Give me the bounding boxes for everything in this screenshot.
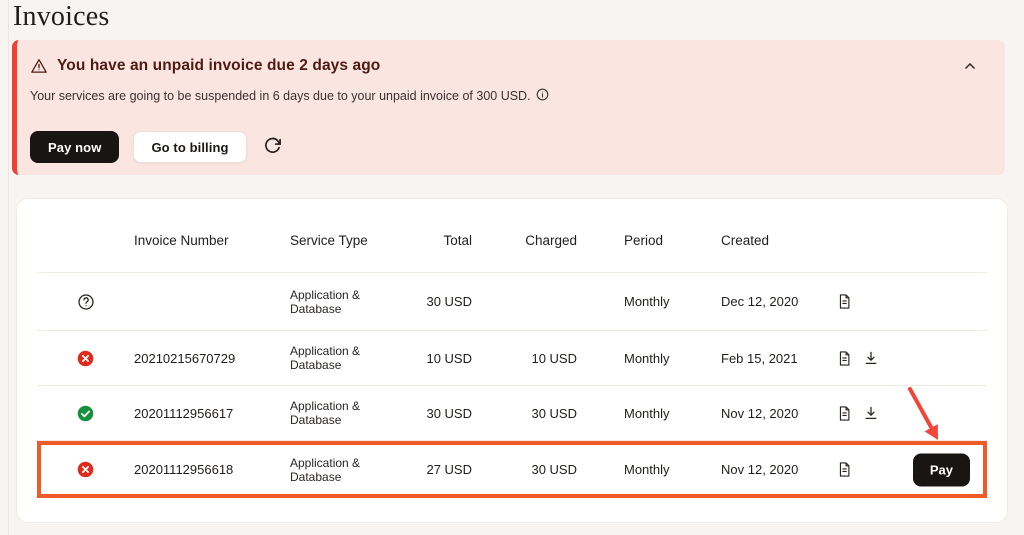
total-cell: 27 USD: [414, 462, 472, 477]
charged-cell: 30 USD: [472, 406, 577, 421]
period-cell: Monthly: [577, 462, 714, 477]
col-period: Period: [577, 233, 714, 248]
alert-title: You have an unpaid invoice due 2 days ag…: [57, 57, 380, 75]
info-circle-icon: [536, 88, 549, 104]
table-body: Application & Database30 USDMonthlyDec 1…: [37, 272, 987, 498]
status-failed-icon: [77, 461, 94, 478]
period-cell: Monthly: [577, 351, 714, 366]
warning-triangle-icon: [30, 57, 48, 75]
created-cell: Nov 12, 2020: [714, 462, 829, 477]
col-total: Total: [414, 233, 472, 248]
col-created: Created: [714, 233, 829, 248]
invoices-table-card: Invoice NumberService TypeTotalChargedPe…: [16, 198, 1008, 523]
created-cell: Feb 15, 2021: [714, 351, 829, 366]
row-pay-button[interactable]: Pay: [913, 453, 970, 486]
actions-cell: [829, 350, 987, 367]
period-cell: Monthly: [577, 406, 714, 421]
invoice-download-icon[interactable]: [863, 350, 879, 366]
actions-cell: Pay: [829, 461, 987, 478]
invoice-document-icon[interactable]: [837, 350, 852, 367]
page-left-divider: [8, 0, 9, 535]
invoice-table-row: 20201112956617Application & Database30 U…: [37, 385, 987, 440]
refresh-icon: [263, 136, 282, 158]
chevron-up-icon: [963, 59, 977, 76]
invoice-table-row: 20210215670729Application & Database10 U…: [37, 330, 987, 385]
total-cell: 30 USD: [414, 294, 472, 309]
total-cell: 30 USD: [414, 406, 472, 421]
actions-cell: [829, 405, 987, 422]
charged-cell: 10 USD: [472, 351, 577, 366]
alert-body-text: Your services are going to be suspended …: [30, 89, 531, 103]
refresh-button[interactable]: [261, 134, 284, 160]
period-cell: Monthly: [577, 294, 714, 309]
status-failed-icon: [77, 350, 94, 367]
service-type-cell: Application & Database: [290, 344, 414, 372]
invoice-table-row: Application & Database30 USD MonthlyDec 1…: [37, 272, 987, 330]
pay-now-button[interactable]: Pay now: [30, 131, 119, 163]
service-type-cell: Application & Database: [290, 399, 414, 427]
total-cell: 10 USD: [414, 351, 472, 366]
invoice-document-icon[interactable]: [837, 293, 852, 310]
status-paid-icon: [77, 405, 94, 422]
service-type-cell: Application & Database: [290, 288, 414, 316]
created-cell: Dec 12, 2020: [714, 294, 829, 309]
go-to-billing-button[interactable]: Go to billing: [133, 131, 246, 163]
status-unknown-icon: [77, 293, 95, 311]
col-invoice-number: Invoice Number: [134, 233, 290, 248]
invoice-document-icon[interactable]: [837, 405, 852, 422]
created-cell: Nov 12, 2020: [714, 406, 829, 421]
unpaid-invoice-alert: You have an unpaid invoice due 2 days ag…: [12, 40, 1005, 175]
col-charged: Charged: [472, 233, 577, 248]
invoice-download-icon[interactable]: [863, 405, 879, 421]
invoice-document-icon[interactable]: [837, 461, 852, 478]
alert-collapse-button[interactable]: [957, 54, 983, 80]
invoice-table-row: 20201112956618Application & Database27 U…: [37, 440, 987, 498]
invoice-number-cell: 20201112956618: [134, 462, 290, 477]
col-service-type: Service Type: [290, 233, 414, 248]
invoice-number-cell: 20210215670729: [134, 351, 290, 366]
service-type-cell: Application & Database: [290, 456, 414, 484]
actions-cell: [829, 293, 987, 310]
table-header-row: Invoice NumberService TypeTotalChargedPe…: [37, 199, 987, 272]
page-title: Invoices: [13, 1, 109, 33]
charged-cell: 30 USD: [472, 462, 577, 477]
invoice-number-cell: 20201112956617: [134, 406, 290, 421]
info-tooltip-button[interactable]: [536, 88, 549, 104]
